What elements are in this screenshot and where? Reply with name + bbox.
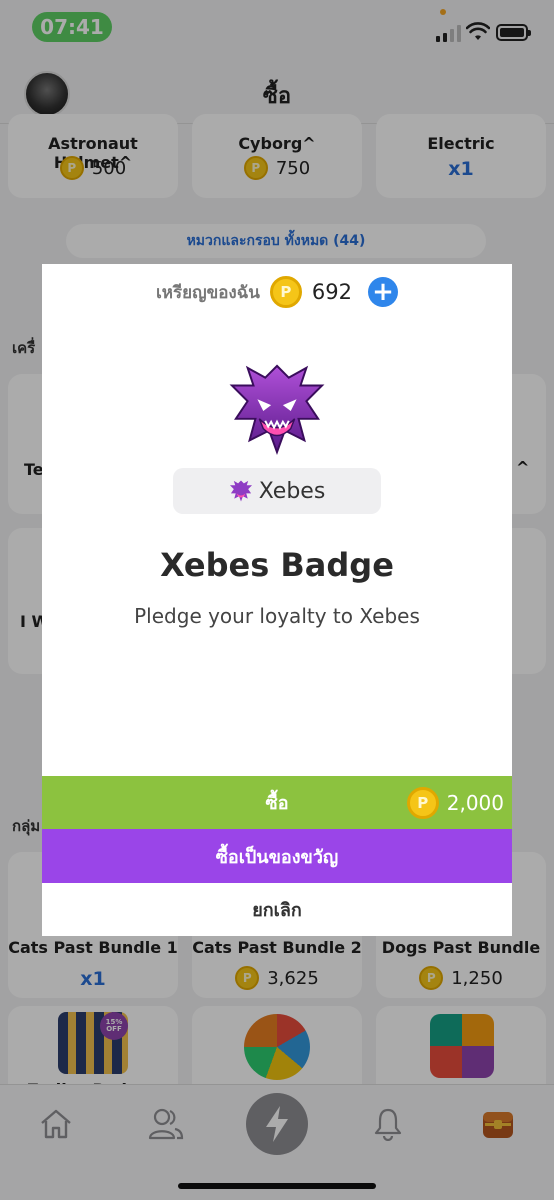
buy-price: P 2,000	[406, 776, 504, 829]
balance-label: เหรียญของฉัน	[155, 282, 260, 303]
buy-as-gift-button[interactable]: ซื้อเป็นของขวัญ	[42, 829, 512, 883]
xebes-badge-icon	[229, 480, 252, 502]
buy-price-value: 2,000	[446, 790, 504, 815]
badge-name-chip: Xebes	[173, 468, 381, 514]
badge-name: Xebes	[258, 478, 326, 504]
add-coins-button[interactable]: +	[368, 277, 399, 307]
coin-balance-row: เหรียญของฉัน P 692 +	[42, 276, 512, 308]
badge-description: Pledge your loyalty to Xebes	[134, 604, 420, 628]
balance-value: 692	[311, 280, 353, 304]
coin-icon: P	[406, 786, 439, 819]
buy-button[interactable]: ซื้อ P 2,000	[42, 776, 512, 829]
purchase-modal: เหรียญของฉัน P 692 + Xebes Xebes Badge P…	[42, 264, 512, 936]
cancel-button[interactable]: ยกเลิก	[42, 883, 512, 936]
badge-title: Xebes Badge	[160, 546, 394, 584]
coin-icon: P	[269, 276, 302, 308]
xebes-badge-image	[229, 364, 325, 455]
